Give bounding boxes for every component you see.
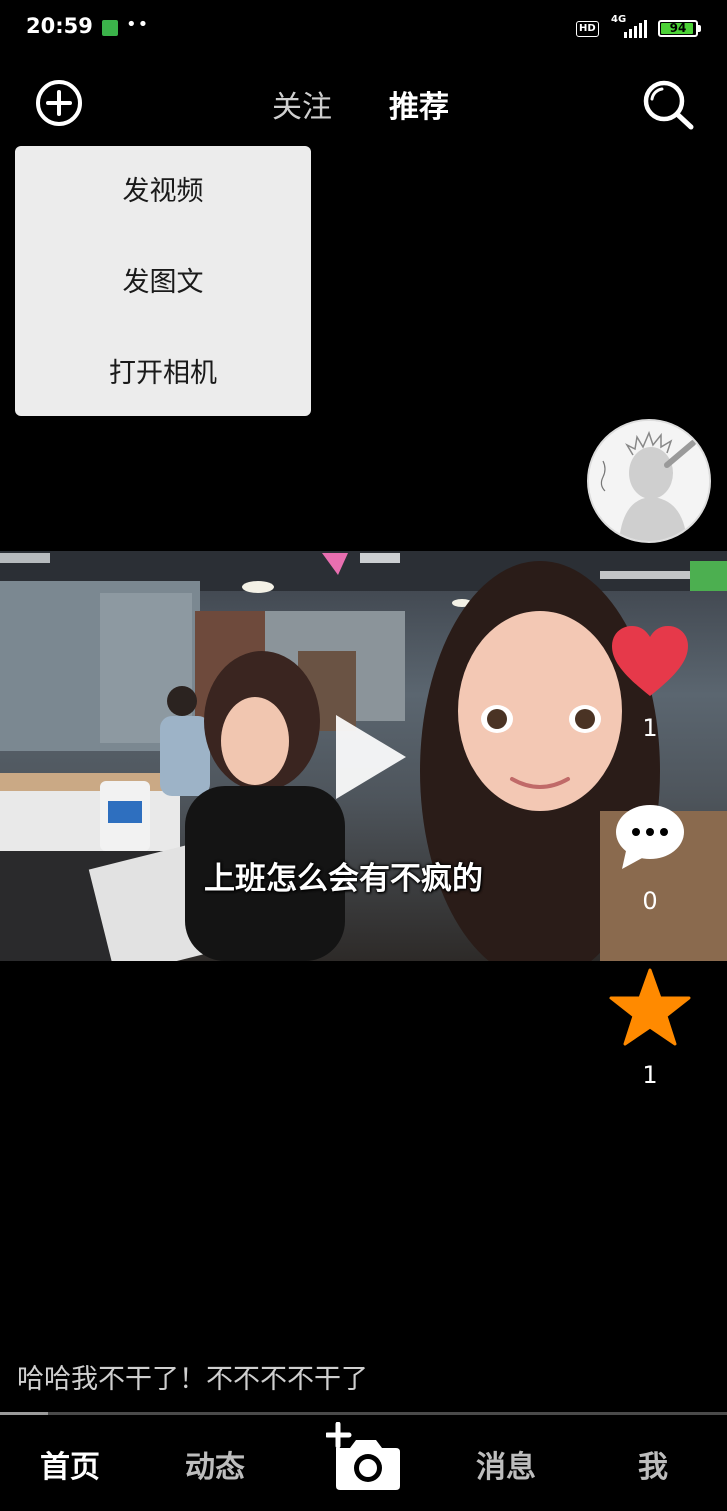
create-menu: 发视频 发图文 打开相机: [15, 146, 311, 416]
favorite-star-icon[interactable]: [609, 968, 691, 1046]
app-notification-icon: [102, 20, 118, 36]
battery-icon: 94: [658, 20, 698, 37]
tab-recommend[interactable]: 推荐: [389, 82, 449, 126]
menu-item-post-video[interactable]: 发视频: [15, 172, 311, 212]
search-icon[interactable]: [640, 77, 696, 133]
battery-tip: [698, 25, 701, 32]
video-progress-bar[interactable]: [0, 1412, 727, 1415]
tab-follow[interactable]: 关注: [272, 82, 332, 126]
video-subtitle: 上班怎么会有不疯的: [204, 861, 483, 897]
nav-feed[interactable]: 动态: [185, 1442, 245, 1486]
avatar-illustration: [589, 421, 709, 541]
like-icon[interactable]: [612, 626, 688, 698]
play-icon[interactable]: [332, 713, 408, 801]
menu-item-post-image-text[interactable]: 发图文: [15, 263, 311, 303]
nav-me[interactable]: 我: [638, 1442, 668, 1486]
author-avatar[interactable]: [587, 419, 711, 543]
add-button[interactable]: [35, 79, 83, 127]
comment-icon[interactable]: [614, 803, 686, 869]
status-time: 20:59: [26, 14, 93, 38]
video-progress-fill: [0, 1412, 48, 1415]
menu-item-open-camera[interactable]: 打开相机: [15, 354, 311, 394]
like-count: 1: [642, 714, 658, 742]
hd-icon: HD: [576, 21, 599, 37]
status-dots: ••: [126, 14, 150, 35]
comment-count: 0: [642, 887, 658, 915]
video-caption: 哈哈我不干了！不不不不干了: [17, 1364, 368, 1395]
battery-level: 94: [669, 21, 687, 35]
nav-messages[interactable]: 消息: [476, 1442, 536, 1486]
signal-icon: [624, 20, 647, 38]
nav-home[interactable]: 首页: [40, 1442, 100, 1486]
favorite-count: 1: [642, 1061, 658, 1089]
camera-icon[interactable]: [326, 1422, 402, 1492]
